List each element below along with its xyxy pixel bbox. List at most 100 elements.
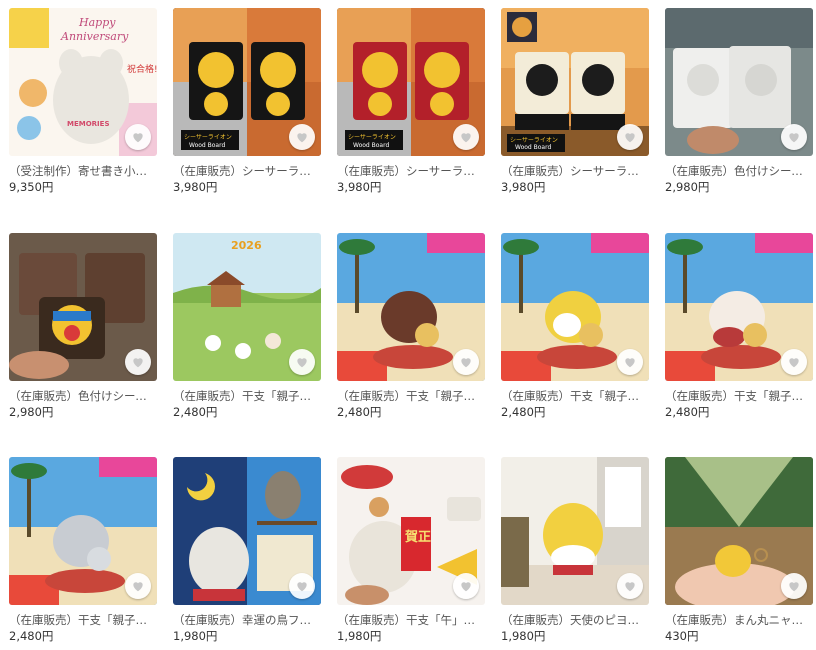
- favorite-button[interactable]: [125, 124, 151, 150]
- product-price: 1,980円: [173, 629, 218, 643]
- product-title[interactable]: （在庫販売）干支「親子午シ…: [9, 613, 149, 627]
- product-price: 430円: [665, 629, 699, 643]
- heart-icon: [461, 582, 471, 592]
- product-card[interactable]: シーサーライオン Wood Board （在庫販売）シーサーライオ… 3,980…: [173, 8, 321, 194]
- heart-icon: [297, 133, 307, 143]
- favorite-button[interactable]: [453, 573, 479, 599]
- favorite-button[interactable]: [289, 573, 315, 599]
- product-card[interactable]: （在庫販売）天使のピヨコし… 1,980円: [501, 457, 649, 643]
- product-card[interactable]: （在庫販売）幸運の鳥フクロ… 1,980円: [173, 457, 321, 643]
- product-image[interactable]: 賀正: [337, 457, 485, 605]
- product-image[interactable]: [337, 233, 485, 381]
- product-title[interactable]: （在庫販売）色付けシーサー…: [9, 389, 149, 403]
- heart-icon: [133, 582, 143, 592]
- favorite-button[interactable]: [289, 349, 315, 375]
- product-image[interactable]: [501, 457, 649, 605]
- art-text: 祝合格!: [127, 63, 157, 75]
- heart-icon: [133, 133, 143, 143]
- heart-icon: [789, 582, 799, 592]
- product-price: 9,350円: [9, 180, 54, 194]
- heart-icon: [789, 358, 799, 368]
- heart-icon: [297, 358, 307, 368]
- heart-icon: [133, 358, 143, 368]
- product-card[interactable]: 2026 （在庫販売）干支「親子午ホ… 2,480円: [173, 233, 321, 419]
- favorite-button[interactable]: [453, 349, 479, 375]
- product-price: 2,980円: [9, 405, 54, 419]
- product-image[interactable]: シーサーライオン Wood Board: [337, 8, 485, 156]
- product-card[interactable]: シーサーライオン Wood Board （在庫販売）シーサーライオ… 3,980…: [337, 8, 485, 194]
- product-card[interactable]: （在庫販売）干支「親子午ブ… 2,480円: [665, 233, 813, 419]
- product-title[interactable]: （在庫販売）干支「親子午黄…: [501, 389, 641, 403]
- favorite-button[interactable]: [617, 124, 643, 150]
- product-card[interactable]: （在庫販売）干支「親子午シ… 2,480円: [9, 457, 157, 643]
- product-title[interactable]: （在庫販売）色付けシーサー…: [665, 164, 805, 178]
- product-card[interactable]: （在庫販売）まん丸ニャンズ… 430円: [665, 457, 813, 643]
- product-image[interactable]: [665, 233, 813, 381]
- favorite-button[interactable]: [289, 124, 315, 150]
- art-text: 賀正: [404, 529, 431, 545]
- product-price: 1,980円: [501, 629, 546, 643]
- heart-icon: [789, 133, 799, 143]
- product-title[interactable]: （在庫販売）天使のピヨコし…: [501, 613, 641, 627]
- product-card[interactable]: Happy Anniversary 祝合格! MEMORIES （受注制作）寄せ…: [9, 8, 157, 194]
- product-card[interactable]: （在庫販売）干支「親子午黄… 2,480円: [501, 233, 649, 419]
- favorite-button[interactable]: [453, 124, 479, 150]
- art-text: MEMORIES: [67, 120, 109, 128]
- art-text: シーサーライオン: [510, 137, 558, 144]
- product-title[interactable]: （在庫販売）幸運の鳥フクロ…: [173, 613, 313, 627]
- product-title[interactable]: （在庫販売）まん丸ニャンズ…: [665, 613, 805, 627]
- favorite-button[interactable]: [781, 573, 807, 599]
- heart-icon: [461, 133, 471, 143]
- product-image[interactable]: シーサーライオン Wood Board: [501, 8, 649, 156]
- product-image[interactable]: [9, 457, 157, 605]
- heart-icon: [625, 133, 635, 143]
- favorite-button[interactable]: [781, 124, 807, 150]
- product-image[interactable]: [665, 8, 813, 156]
- art-text: 2026: [231, 239, 262, 252]
- product-image[interactable]: Happy Anniversary 祝合格! MEMORIES: [9, 8, 157, 156]
- product-title[interactable]: （在庫販売）干支「親子午ホ…: [173, 389, 313, 403]
- product-title[interactable]: （在庫販売）干支「親子午ブ…: [665, 389, 805, 403]
- product-image[interactable]: [9, 233, 157, 381]
- product-card[interactable]: （在庫販売）色付けシーサー… 2,980円: [665, 8, 813, 194]
- favorite-button[interactable]: [125, 349, 151, 375]
- product-title[interactable]: （在庫販売）シーサーライオ…: [173, 164, 313, 178]
- product-card[interactable]: 賀正 （在庫販売）干支「午」！樹… 1,980円: [337, 457, 485, 643]
- product-image[interactable]: 2026: [173, 233, 321, 381]
- product-title[interactable]: （在庫販売）シーサーライオ…: [337, 164, 477, 178]
- heart-icon: [461, 358, 471, 368]
- product-price: 2,480円: [501, 405, 546, 419]
- product-price: 3,980円: [173, 180, 218, 194]
- product-title[interactable]: （在庫販売）干支「午」！樹…: [337, 613, 477, 627]
- product-price: 3,980円: [501, 180, 546, 194]
- product-grid: Happy Anniversary 祝合格! MEMORIES （受注制作）寄せ…: [0, 0, 816, 650]
- product-price: 3,980円: [337, 180, 382, 194]
- product-title[interactable]: （受注制作）寄せ書き小槌ニ…: [9, 164, 149, 178]
- favorite-button[interactable]: [781, 349, 807, 375]
- product-price: 2,480円: [173, 405, 218, 419]
- product-title[interactable]: （在庫販売）干支「親子午ダ…: [337, 389, 477, 403]
- art-text: シーサーライオン: [348, 134, 396, 141]
- product-card[interactable]: （在庫販売）色付けシーサー… 2,980円: [9, 233, 157, 419]
- product-card[interactable]: シーサーライオン Wood Board （在庫販売）シーサーライオ… 3,980…: [501, 8, 649, 194]
- product-image[interactable]: シーサーライオン Wood Board: [173, 8, 321, 156]
- product-image[interactable]: [501, 233, 649, 381]
- product-price: 2,480円: [337, 405, 382, 419]
- favorite-button[interactable]: [617, 573, 643, 599]
- art-text: Wood Board: [515, 144, 551, 151]
- product-price: 2,980円: [665, 180, 710, 194]
- product-price: 2,480円: [9, 629, 54, 643]
- art-text: Anniversary: [60, 30, 129, 43]
- product-title[interactable]: （在庫販売）シーサーライオ…: [501, 164, 641, 178]
- product-image[interactable]: [173, 457, 321, 605]
- art-text: シーサーライオン: [184, 134, 232, 141]
- heart-icon: [625, 582, 635, 592]
- favorite-button[interactable]: [617, 349, 643, 375]
- product-image[interactable]: [665, 457, 813, 605]
- product-card[interactable]: （在庫販売）干支「親子午ダ… 2,480円: [337, 233, 485, 419]
- favorite-button[interactable]: [125, 573, 151, 599]
- art-text: Wood Board: [189, 142, 225, 149]
- art-text: Wood Board: [353, 142, 389, 149]
- heart-icon: [297, 582, 307, 592]
- heart-icon: [625, 358, 635, 368]
